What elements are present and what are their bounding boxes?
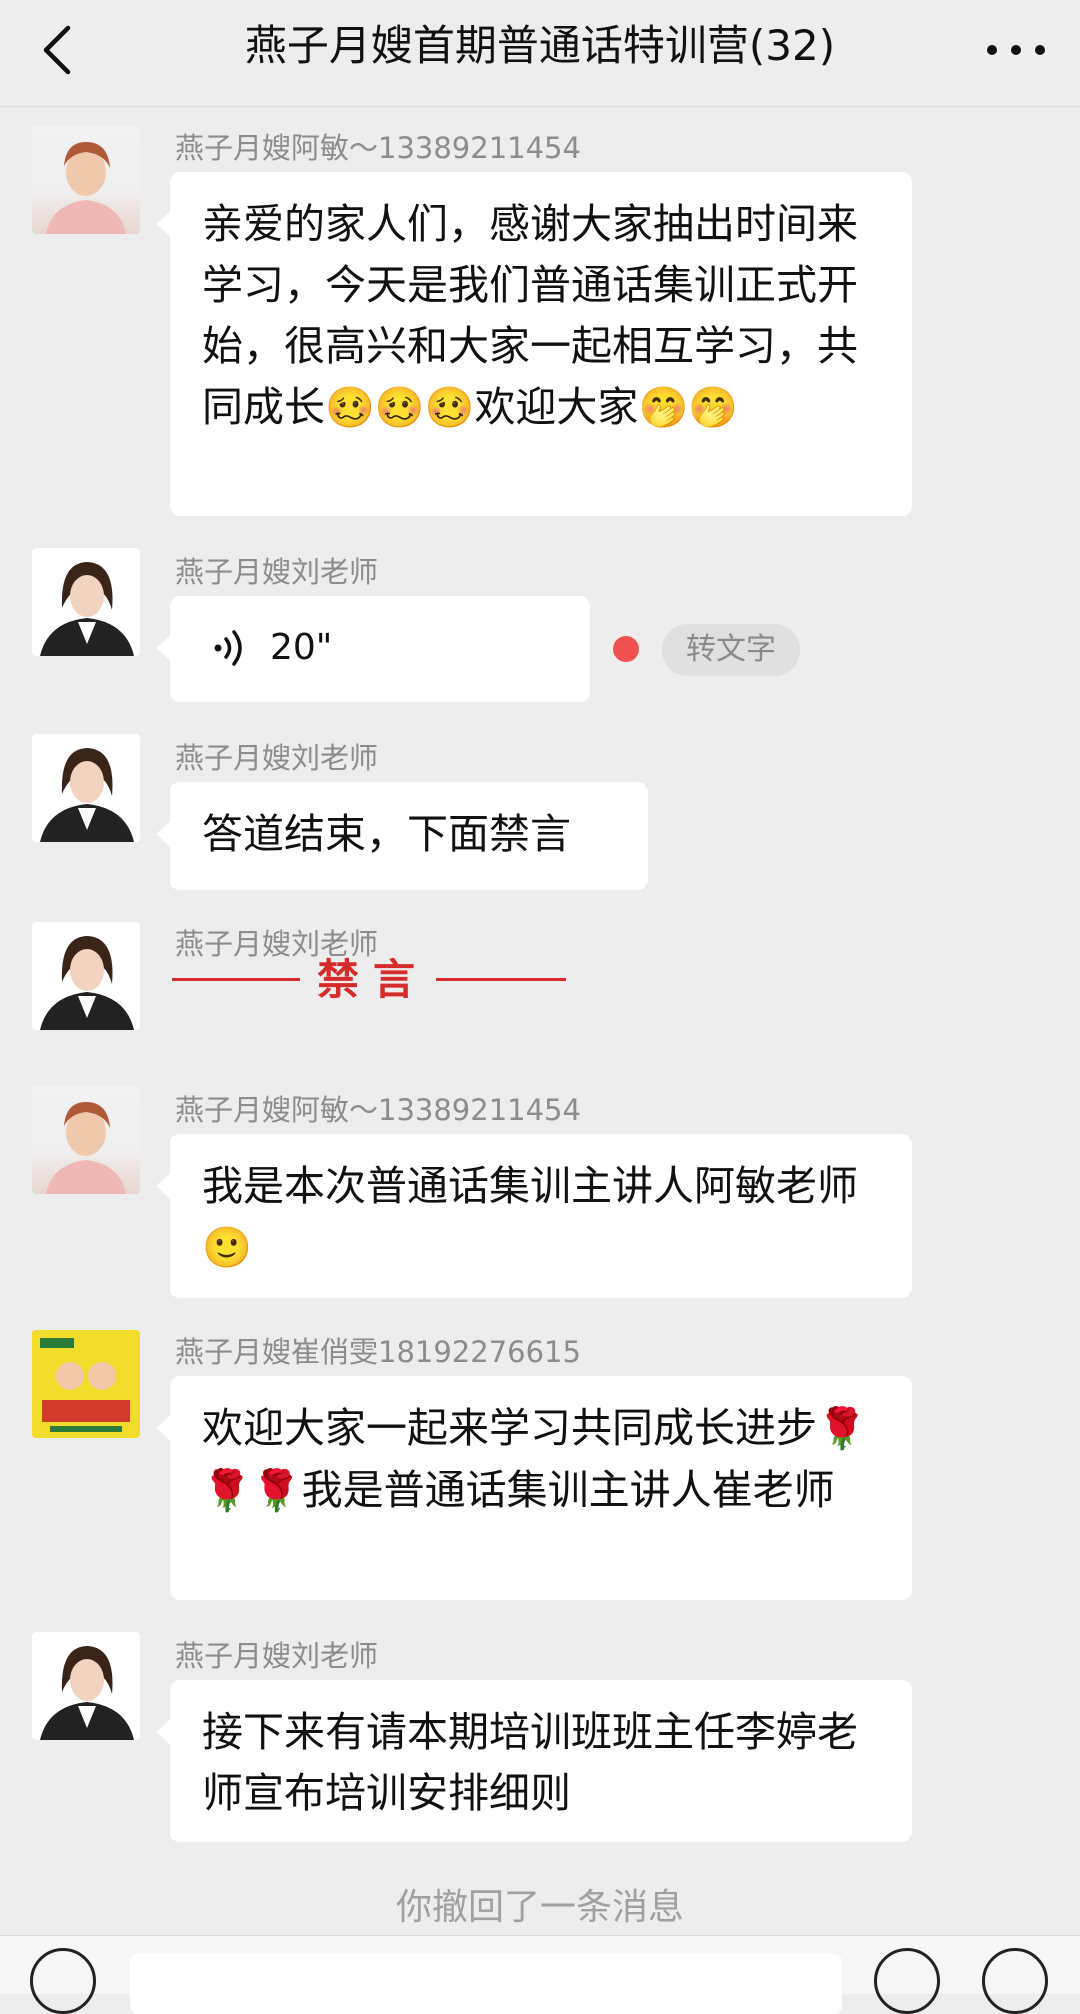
chat-title: 燕子月嫂首期普通话特训营(32) xyxy=(244,21,836,70)
message-input[interactable] xyxy=(130,1954,842,2014)
voice-bubble[interactable]: 20" xyxy=(156,596,590,702)
back-button[interactable] xyxy=(30,20,90,80)
sender-name: 燕子月嫂阿敏～13389211454 xyxy=(175,1093,581,1127)
avatar-amin xyxy=(46,142,126,234)
message-bubble[interactable]: 接下来有请本期培训班班主任李婷老师宣布培训安排细则 xyxy=(156,1680,912,1842)
sender-name: 燕子月嫂崔俏雯18192276615 xyxy=(175,1335,581,1369)
giggle-emoji-icon: 🤭🤭 xyxy=(638,385,739,431)
message-text: 欢迎大家一起来学习共同成长进步 xyxy=(202,1404,817,1452)
message-text: 我是本次普通话集训主讲人阿敏老师 xyxy=(202,1162,858,1210)
divider xyxy=(436,978,566,981)
input-bar xyxy=(0,1935,1080,2014)
more-actions-button[interactable] xyxy=(982,1948,1048,2014)
transcribe-button[interactable]: 转文字 xyxy=(662,624,800,676)
ban-sticker[interactable]: 禁言 xyxy=(172,950,572,1010)
avatar-cui xyxy=(32,1330,140,1438)
divider xyxy=(172,978,300,981)
message-bubble[interactable]: 我是本次普通话集训主讲人阿敏老师 🙂 xyxy=(156,1134,912,1298)
avatar[interactable] xyxy=(32,922,140,1030)
more-button[interactable] xyxy=(980,20,1052,80)
message-text: 答道结束，下面禁言 xyxy=(202,810,571,858)
unread-dot xyxy=(613,636,639,662)
ban-text: 禁言 xyxy=(317,955,430,1004)
avatar[interactable] xyxy=(32,1086,140,1194)
message-bubble[interactable]: 欢迎大家一起来学习共同成长进步🌹🌹🌹我是普通话集训主讲人崔老师 xyxy=(156,1376,912,1600)
avatar[interactable] xyxy=(32,1330,140,1438)
avatar[interactable] xyxy=(32,734,140,842)
avatar[interactable] xyxy=(32,1632,140,1740)
sob-666-emoji-icon: 🥴🥴🥴 xyxy=(325,385,475,431)
avatar[interactable] xyxy=(32,548,140,656)
avatar-amin xyxy=(46,1102,126,1194)
voice-duration: 20" xyxy=(270,627,333,668)
emoji-button[interactable] xyxy=(874,1948,940,2014)
more-dots-icon xyxy=(987,45,1045,55)
sender-name: 燕子月嫂刘老师 xyxy=(175,741,379,775)
avatar-liu xyxy=(40,748,134,842)
recall-notice: 你撤回了一条消息 xyxy=(395,1887,684,1928)
message-text: 接下来有请本期培训班班主任李婷老师宣布培训安排细则 xyxy=(202,1708,858,1817)
smile-emoji-icon: 🙂 xyxy=(202,1225,252,1271)
avatar-liu xyxy=(40,936,134,1030)
message-bubble[interactable]: 亲爱的家人们，感谢大家抽出时间来学习，今天是我们普通话集训正式开始，很高兴和大家… xyxy=(156,172,912,516)
voice-wave-icon xyxy=(214,630,242,666)
message-bubble[interactable]: 答道结束，下面禁言 xyxy=(156,782,648,890)
chevron-left-icon xyxy=(43,25,71,75)
chat-header: 燕子月嫂首期普通话特训营(32) xyxy=(0,0,1080,107)
avatar-liu xyxy=(40,562,134,656)
message-text-tail: 我是普通话集训主讲人崔老师 xyxy=(301,1466,835,1514)
avatar-liu xyxy=(40,1646,134,1740)
sender-name: 燕子月嫂阿敏～13389211454 xyxy=(175,131,581,165)
sender-name: 燕子月嫂刘老师 xyxy=(175,555,379,589)
message-text-tail: 欢迎大家 xyxy=(474,383,639,431)
avatar[interactable] xyxy=(32,126,140,234)
sender-name: 燕子月嫂刘老师 xyxy=(175,1639,379,1673)
voice-mode-button[interactable] xyxy=(30,1948,96,2014)
